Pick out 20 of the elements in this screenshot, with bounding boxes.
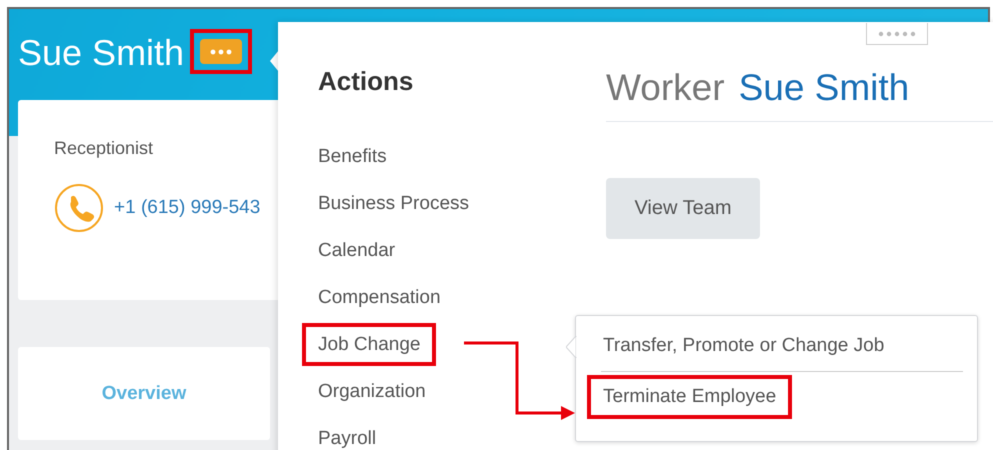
menu-item[interactable]: Business Process [302,189,486,218]
menu-item[interactable]: Job Change [302,323,436,366]
submenu-item[interactable]: Terminate Employee [587,375,792,419]
job-title: Receptionist [54,138,154,159]
menu-heading: Actions [318,66,414,97]
phone-link[interactable]: +1 (615) 999-543 [114,197,260,219]
page-label: Worker [606,67,725,109]
view-team-button[interactable]: View Team [606,178,760,239]
worker-name-link[interactable]: Sue Smith [738,67,910,109]
drag-handle-icon[interactable] [866,23,928,45]
menu-item[interactable]: Compensation [302,283,457,312]
more-icon [210,48,232,54]
menu-item[interactable]: Organization [302,377,442,406]
employee-name: Sue Smith [18,32,184,74]
phone-icon[interactable] [54,183,104,233]
more-button[interactable] [200,39,242,64]
menu-item[interactable]: Payroll [302,424,392,450]
menu-item[interactable]: Calendar [302,236,412,265]
submenu-item[interactable]: Transfer, Promote or Change Job [587,324,900,368]
menu-item[interactable]: Benefits [302,142,403,171]
